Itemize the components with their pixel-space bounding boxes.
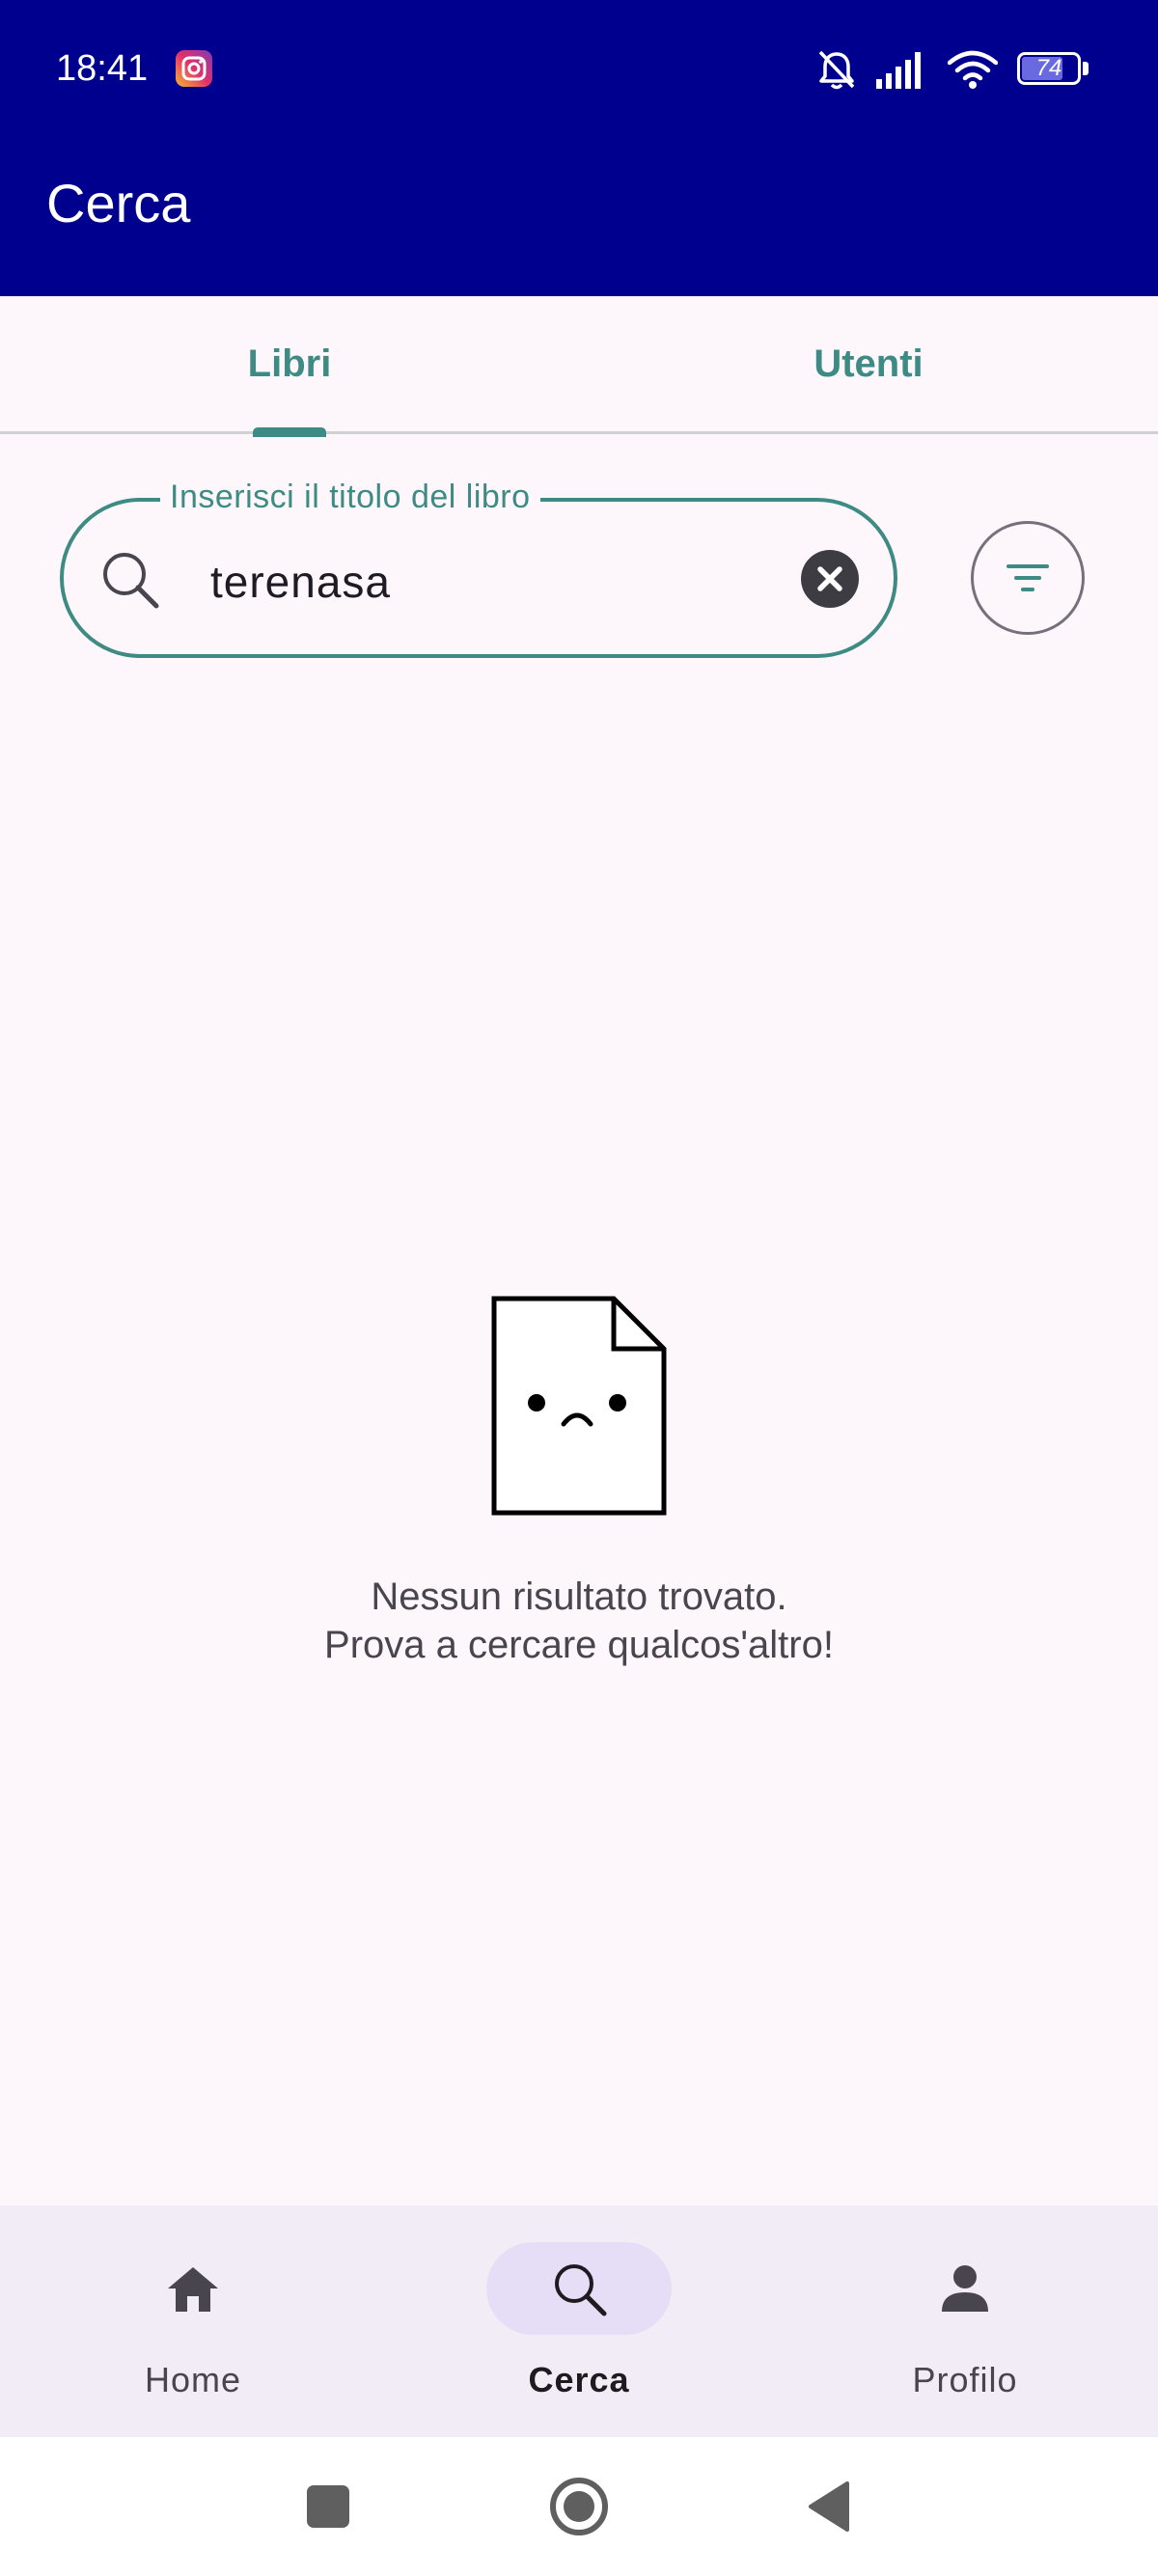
nav-item-cerca[interactable]: Cerca <box>386 2206 772 2437</box>
nav-item-home[interactable]: Home <box>0 2206 386 2437</box>
empty-state-message: Nessun risultato trovato. Prova a cercar… <box>0 1573 1158 1669</box>
home-icon <box>168 2267 218 2312</box>
app-header: 18:41 74 Cerca <box>0 0 1158 296</box>
tab-utenti[interactable]: Utenti <box>579 296 1158 431</box>
bottom-navigation: Home Cerca Profilo <box>0 2206 1158 2437</box>
person-icon <box>942 2265 988 2312</box>
battery-level: 74 <box>1035 55 1062 81</box>
nav-label-cerca: Cerca <box>528 2360 630 2399</box>
sad-document-icon <box>491 1296 667 1516</box>
battery-indicator: 74 <box>1017 52 1090 87</box>
empty-state-line-1: Nessun risultato trovato. <box>371 1576 787 1618</box>
filter-icon <box>1006 564 1049 591</box>
status-icons: 74 <box>816 46 1090 93</box>
tab-libri[interactable]: Libri <box>0 296 579 431</box>
wifi-icon <box>948 50 998 89</box>
clear-icon[interactable] <box>801 550 859 608</box>
instagram-notification-icon <box>176 50 212 87</box>
nav-item-profilo[interactable]: Profilo <box>772 2206 1158 2437</box>
empty-state-line-2: Prova a cercare qualcos'altro! <box>324 1624 834 1666</box>
system-navigation-bar <box>0 2437 1158 2576</box>
search-icon <box>555 2264 607 2316</box>
tab-indicator <box>253 427 326 437</box>
nav-label-profilo: Profilo <box>912 2360 1018 2399</box>
page-title: Cerca <box>46 173 191 233</box>
bell-off-icon <box>818 50 855 90</box>
search-value: terenasa <box>210 557 392 607</box>
cellular-signal-icon <box>876 52 921 89</box>
status-time: 18:41 <box>56 48 149 89</box>
nav-label-home: Home <box>144 2360 242 2399</box>
search-field-label: Inserisci il titolo del libro <box>160 479 540 516</box>
back-icon[interactable] <box>799 2476 861 2537</box>
filter-button[interactable] <box>971 521 1085 635</box>
system-home-icon[interactable] <box>548 2476 610 2537</box>
search-icon <box>103 553 159 609</box>
tab-bar: Libri Utenti <box>0 296 1158 437</box>
recents-icon[interactable] <box>297 2476 359 2537</box>
search-input[interactable]: Inserisci il titolo del libro terenasa <box>60 479 897 658</box>
